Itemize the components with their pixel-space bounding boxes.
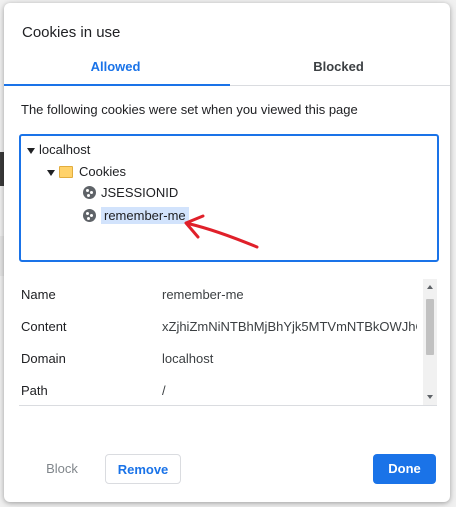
- expand-triangle-icon[interactable]: [47, 169, 55, 176]
- folder-icon: [59, 165, 73, 178]
- detail-key: Name: [21, 287, 56, 302]
- detail-key: Content: [21, 319, 67, 334]
- detail-key: Domain: [21, 351, 66, 366]
- tree-node-label: Cookies: [79, 164, 126, 179]
- dialog-title: Cookies in use: [22, 24, 121, 41]
- detail-key: Path: [21, 383, 48, 398]
- cookies-dialog: Cookies in use Allowed Blocked The follo…: [4, 3, 450, 502]
- tree-node-label: JSESSIONID: [101, 185, 179, 200]
- tree-node-cookies-folder[interactable]: Cookies: [47, 162, 126, 182]
- tree-node-jsessionid[interactable]: JSESSIONID: [83, 183, 178, 203]
- tree-node-label-selected: remember-me: [101, 207, 189, 224]
- tree-node-localhost[interactable]: localhost: [27, 140, 90, 160]
- block-button[interactable]: Block: [32, 454, 92, 484]
- tab-allowed[interactable]: Allowed: [4, 53, 227, 85]
- tree-node-remember-me[interactable]: remember-me: [83, 206, 189, 226]
- cookie-details-panel: Name remember-me Content xZjhiZmNiNTBhMj…: [19, 279, 437, 406]
- tab-bar: Allowed Blocked: [4, 53, 450, 86]
- active-tab-indicator: [4, 84, 230, 86]
- done-button[interactable]: Done: [373, 454, 436, 484]
- expand-triangle-icon[interactable]: [27, 147, 35, 154]
- cookie-icon: [83, 209, 96, 223]
- scroll-up-arrow-icon[interactable]: [427, 285, 433, 289]
- cookies-tree[interactable]: localhost Cookies JSESSIONID remember-me: [19, 134, 439, 262]
- cookies-description: The following cookies were set when you …: [21, 102, 358, 117]
- remove-button[interactable]: Remove: [105, 454, 181, 484]
- cookie-icon: [83, 186, 96, 200]
- tree-node-label: localhost: [39, 142, 91, 157]
- scroll-down-arrow-icon[interactable]: [427, 395, 433, 399]
- details-scrollbar[interactable]: [423, 279, 437, 405]
- detail-value: localhost: [162, 351, 214, 366]
- tab-blocked[interactable]: Blocked: [227, 53, 450, 85]
- detail-value: /: [162, 383, 166, 398]
- detail-value: remember-me: [162, 287, 244, 302]
- detail-value: xZjhiZmNiNTBhMjBhYjk5MTVmNTBkOWJhODg3: [162, 319, 417, 334]
- scrollbar-thumb[interactable]: [426, 299, 434, 355]
